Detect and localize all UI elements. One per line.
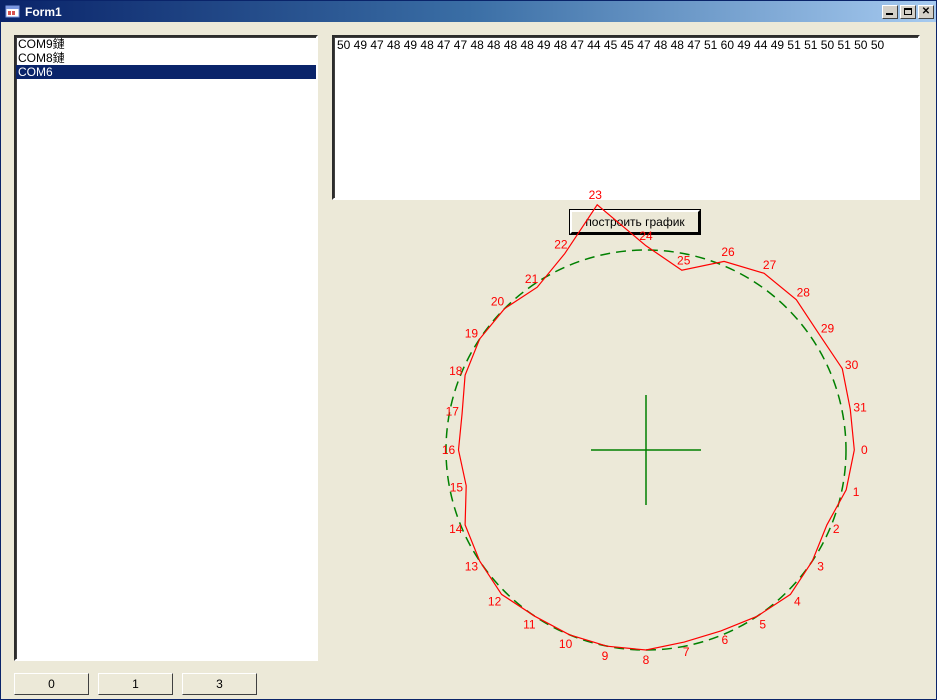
chart-point-label: 17 <box>446 405 460 419</box>
client-area: COM9鏈COM8鏈COM6 50 49 47 48 49 48 47 47 4… <box>4 25 933 696</box>
chart-point-label: 26 <box>721 245 735 259</box>
titlebar[interactable]: Form1 ✕ <box>1 1 936 22</box>
chart-point-label: 23 <box>589 188 603 202</box>
chart-point-label: 6 <box>721 633 728 647</box>
chart-point-label: 3 <box>817 560 824 574</box>
list-item[interactable]: COM8鏈 <box>16 51 316 65</box>
chart-point-label: 29 <box>821 322 835 336</box>
chart-point-label: 0 <box>861 443 868 457</box>
chart-point-label: 11 <box>523 618 536 632</box>
bottom-button-1[interactable]: 1 <box>98 673 173 695</box>
chart-point-label: 8 <box>643 653 650 667</box>
data-textbox[interactable]: 50 49 47 48 49 48 47 47 48 48 48 48 49 4… <box>332 35 920 200</box>
window-frame: Form1 ✕ COM9鏈COM8鏈COM6 50 49 47 48 49 48… <box>0 0 937 700</box>
list-item[interactable]: COM6 <box>16 65 316 79</box>
bottom-button-0[interactable]: 0 <box>14 673 89 695</box>
chart-point-label: 1 <box>853 485 860 499</box>
bottom-button-2[interactable]: 3 <box>182 673 257 695</box>
chart-point-label: 30 <box>845 358 859 372</box>
chart-point-label: 31 <box>853 400 867 414</box>
maximize-icon <box>904 8 912 15</box>
com-port-listbox[interactable]: COM9鏈COM8鏈COM6 <box>14 35 318 661</box>
chart-point-label: 24 <box>639 229 653 243</box>
chart-point-label: 9 <box>602 649 609 663</box>
chart-point-label: 27 <box>763 258 777 272</box>
chart-point-label: 18 <box>449 364 463 378</box>
chart-point-label: 16 <box>442 443 456 457</box>
chart-point-label: 21 <box>525 272 539 286</box>
build-chart-button[interactable]: построить график <box>570 210 700 234</box>
chart-point-label: 4 <box>794 594 801 608</box>
app-icon <box>5 4 21 20</box>
chart-point-label: 13 <box>465 560 479 574</box>
chart-point-label: 19 <box>465 326 479 340</box>
close-icon: ✕ <box>922 7 930 17</box>
list-item[interactable]: COM9鏈 <box>16 37 316 51</box>
window-controls: ✕ <box>882 5 934 19</box>
chart-point-label: 12 <box>488 594 502 608</box>
polar-chart: 0123456789101112131415161718192021222324… <box>332 240 920 670</box>
chart-point-label: 15 <box>450 481 464 495</box>
chart-point-label: 22 <box>554 237 568 251</box>
maximize-button[interactable] <box>900 5 916 19</box>
minimize-button[interactable] <box>882 5 898 19</box>
chart-point-label: 7 <box>683 645 690 659</box>
chart-point-label: 14 <box>449 522 463 536</box>
minimize-icon <box>886 8 894 16</box>
chart-point-label: 25 <box>677 253 691 267</box>
chart-point-label: 28 <box>797 286 811 300</box>
chart-point-label: 5 <box>759 618 766 632</box>
window-title: Form1 <box>25 5 882 19</box>
chart-point-label: 2 <box>833 522 840 536</box>
close-button[interactable]: ✕ <box>918 5 934 19</box>
chart-point-label: 10 <box>559 637 573 651</box>
chart-point-label: 20 <box>491 295 505 309</box>
